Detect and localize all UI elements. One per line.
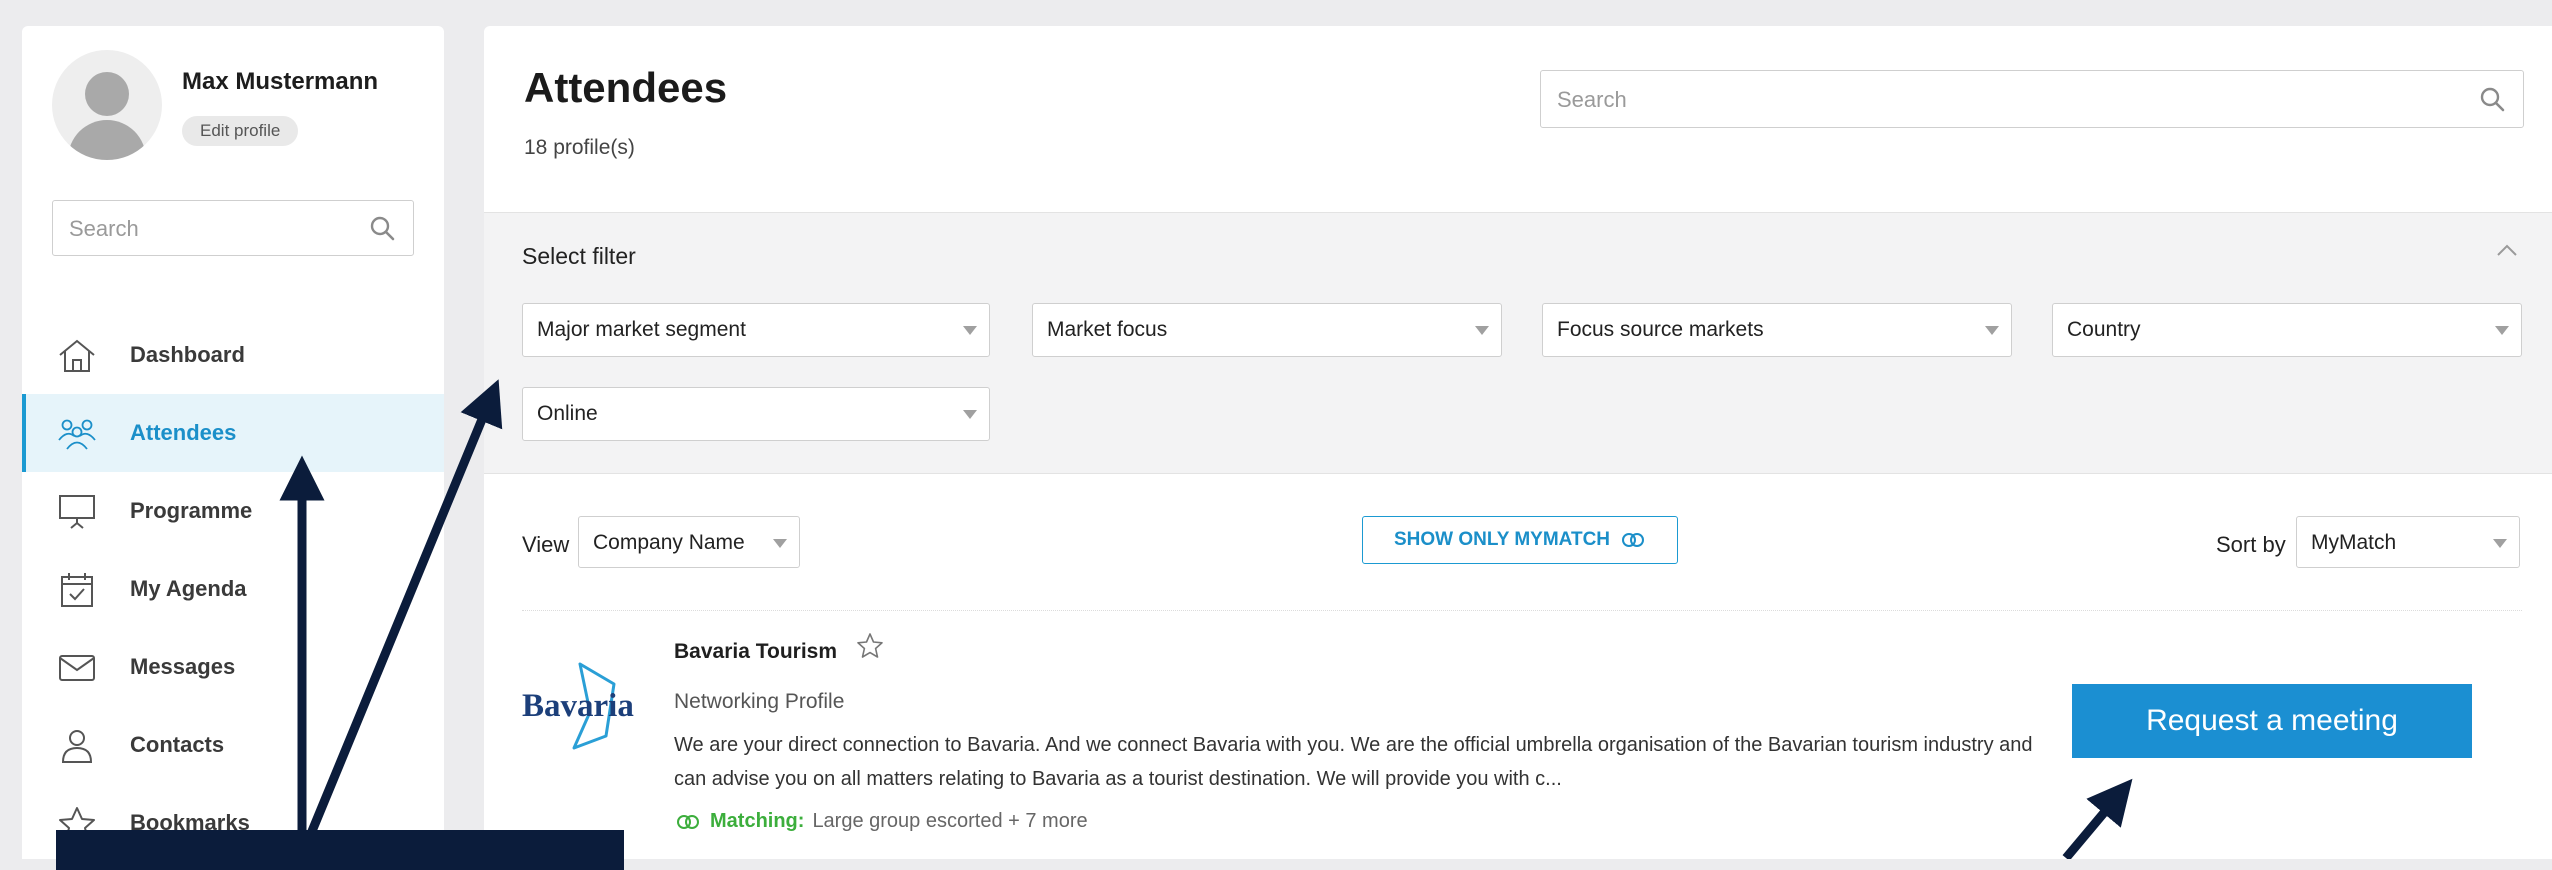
presentation-icon (59, 495, 95, 529)
filter-panel: Select filter Major market segment Marke… (484, 212, 2552, 474)
sidebar-item-label: Programme (130, 498, 253, 523)
sidebar-item-dashboard[interactable]: Dashboard (22, 316, 444, 394)
select-label: Market focus (1047, 318, 1168, 341)
edit-profile-button[interactable]: Edit profile (182, 116, 299, 146)
caret-down-icon (2493, 539, 2507, 548)
company-logo-text: Bavaria (522, 688, 634, 724)
envelope-icon (59, 655, 95, 681)
sidebar-item-contacts[interactable]: Contacts (22, 706, 444, 784)
view-label: View (522, 532, 570, 557)
main-panel: Attendees 18 profile(s) Select filter Ma… (484, 26, 2552, 859)
annotation-callout-box (56, 830, 624, 870)
sidebar: Max Mustermann Edit profile Dashboard (22, 26, 444, 859)
calendar-check-icon (61, 573, 93, 607)
sidebar-item-label: Messages (130, 654, 236, 679)
caret-down-icon (963, 326, 977, 335)
sort-select[interactable]: MyMatch (2296, 516, 2520, 568)
sidebar-item-programme[interactable]: Programme (22, 472, 444, 550)
people-icon (58, 419, 96, 450)
matching-info[interactable]: Matching: Large group escorted + 7 more (674, 810, 1088, 833)
profile-type: Networking Profile (674, 690, 845, 713)
show-only-mymatch-button[interactable]: SHOW ONLY MYMATCH (1362, 516, 1678, 564)
avatar-head-shape (85, 72, 129, 116)
sidebar-item-attendees[interactable]: Attendees (22, 394, 444, 472)
caret-down-icon (1985, 326, 1999, 335)
select-label: Focus source markets (1557, 318, 1764, 341)
select-label: Country (2067, 318, 2141, 341)
rings-icon (677, 814, 699, 829)
avatar[interactable] (52, 50, 162, 160)
sidebar-item-label: Attendees (130, 420, 237, 445)
caret-down-icon (963, 410, 977, 419)
filter-online[interactable]: Online (522, 387, 990, 441)
bookmark-star-icon[interactable] (856, 632, 884, 660)
mymatch-button-label: SHOW ONLY MYMATCH (1393, 529, 1611, 550)
profile-count: 18 profile(s) (524, 136, 635, 159)
sidebar-item-my-agenda[interactable]: My Agenda (22, 550, 444, 628)
sidebar-item-label: Dashboard (130, 342, 245, 367)
company-description: We are your direct connection to Bavaria… (674, 734, 2033, 790)
select-label: MyMatch (2311, 531, 2397, 554)
chevron-up-icon[interactable] (2496, 243, 2518, 257)
sidebar-item-messages[interactable]: Messages (22, 628, 444, 706)
matching-value: Large group escorted + 7 more (812, 810, 1088, 832)
matching-key: Matching: (710, 810, 805, 832)
attendee-search-input[interactable] (1555, 71, 2345, 129)
company-logo[interactable]: Bavaria (522, 656, 644, 756)
attendee-search (1540, 70, 2524, 129)
search-icon[interactable] (2479, 86, 2505, 112)
filter-title: Select filter (522, 243, 636, 269)
home-icon (59, 339, 95, 372)
user-name: Max Mustermann (182, 68, 379, 95)
sidebar-nav: Dashboard Attendees Programme My Agenda … (22, 316, 444, 859)
filter-market-focus[interactable]: Market focus (1032, 303, 1502, 357)
page-title: Attendees (524, 64, 728, 111)
person-icon (61, 730, 93, 763)
divider (522, 610, 2522, 611)
filter-country[interactable]: Country (2052, 303, 2522, 357)
filter-focus-source-markets[interactable]: Focus source markets (1542, 303, 2012, 357)
rings-icon (1622, 533, 1645, 547)
select-label: Company Name (593, 531, 745, 554)
sidebar-item-label: My Agenda (130, 576, 247, 601)
select-label: Major market segment (537, 318, 746, 341)
filter-major-market-segment[interactable]: Major market segment (522, 303, 990, 357)
view-select[interactable]: Company Name (578, 516, 800, 568)
select-label: Online (537, 402, 598, 425)
caret-down-icon (1475, 326, 1489, 335)
sort-label: Sort by (2216, 532, 2286, 557)
avatar-body-shape (68, 120, 146, 160)
request-meeting-button[interactable]: Request a meeting (2072, 684, 2472, 758)
caret-down-icon (2495, 326, 2509, 335)
sidebar-search (52, 200, 414, 257)
sidebar-item-label: Contacts (130, 732, 225, 757)
caret-down-icon (773, 539, 787, 548)
company-name[interactable]: Bavaria Tourism (674, 640, 837, 664)
search-icon[interactable] (369, 215, 395, 241)
sidebar-search-input[interactable] (67, 201, 359, 257)
